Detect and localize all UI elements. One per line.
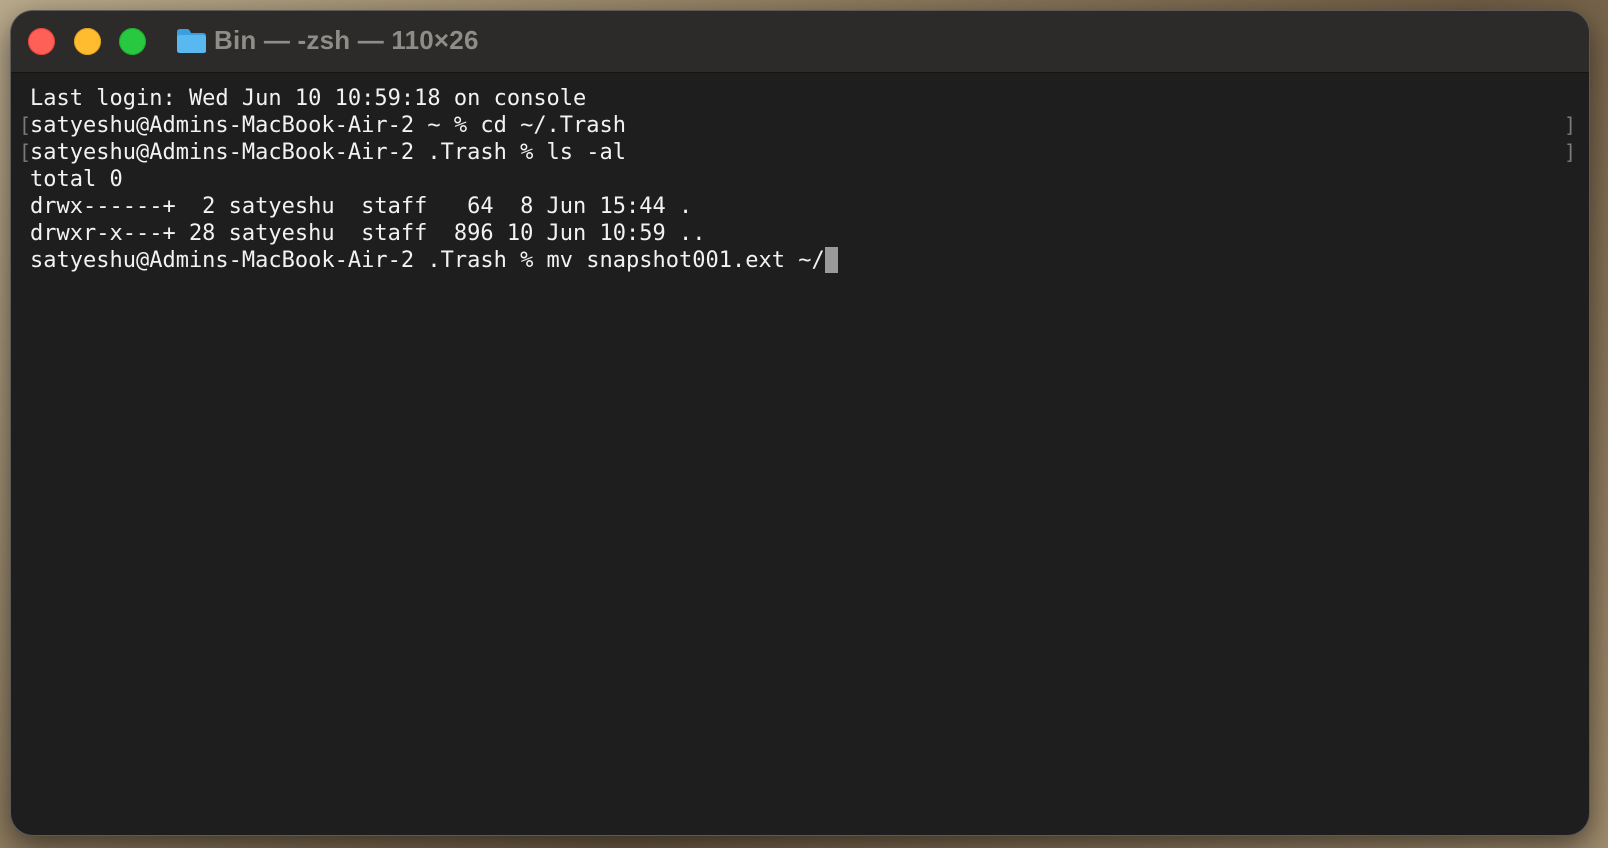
zoom-window-button[interactable] bbox=[119, 28, 146, 55]
terminal-window: Bin — -zsh — 110×26 Last login: Wed Jun … bbox=[11, 11, 1589, 835]
terminal-line: total 0 bbox=[30, 167, 123, 192]
window-title: Bin — -zsh — 110×26 bbox=[214, 25, 479, 55]
terminal-line: Last login: Wed Jun 10 10:59:18 on conso… bbox=[30, 86, 587, 111]
current-command: satyeshu@Admins-MacBook-Air-2 .Trash % m… bbox=[30, 248, 825, 273]
terminal-line: satyeshu@Admins-MacBook-Air-2 ~ % cd ~/.… bbox=[30, 113, 627, 138]
terminal-line: drwx------+ 2 satyeshu staff 64 8 Jun 15… bbox=[30, 194, 693, 219]
terminal-content[interactable]: Last login: Wed Jun 10 10:59:18 on conso… bbox=[11, 85, 1589, 831]
folder-icon bbox=[177, 29, 206, 53]
close-window-button[interactable] bbox=[28, 28, 55, 55]
minimize-window-button[interactable] bbox=[74, 28, 101, 55]
title-bar[interactable]: Bin — -zsh — 110×26 bbox=[11, 11, 1589, 73]
mark-bracket-right: ] bbox=[1564, 140, 1577, 164]
terminal-line: satyeshu@Admins-MacBook-Air-2 .Trash % l… bbox=[30, 140, 627, 165]
terminal-line: drwxr-x---+ 28 satyeshu staff 896 10 Jun… bbox=[30, 221, 706, 246]
text-cursor bbox=[824, 247, 838, 273]
terminal-prompt-line[interactable]: satyeshu@Admins-MacBook-Air-2 .Trash % m… bbox=[30, 247, 838, 274]
mark-bracket-right: ] bbox=[1564, 113, 1577, 137]
